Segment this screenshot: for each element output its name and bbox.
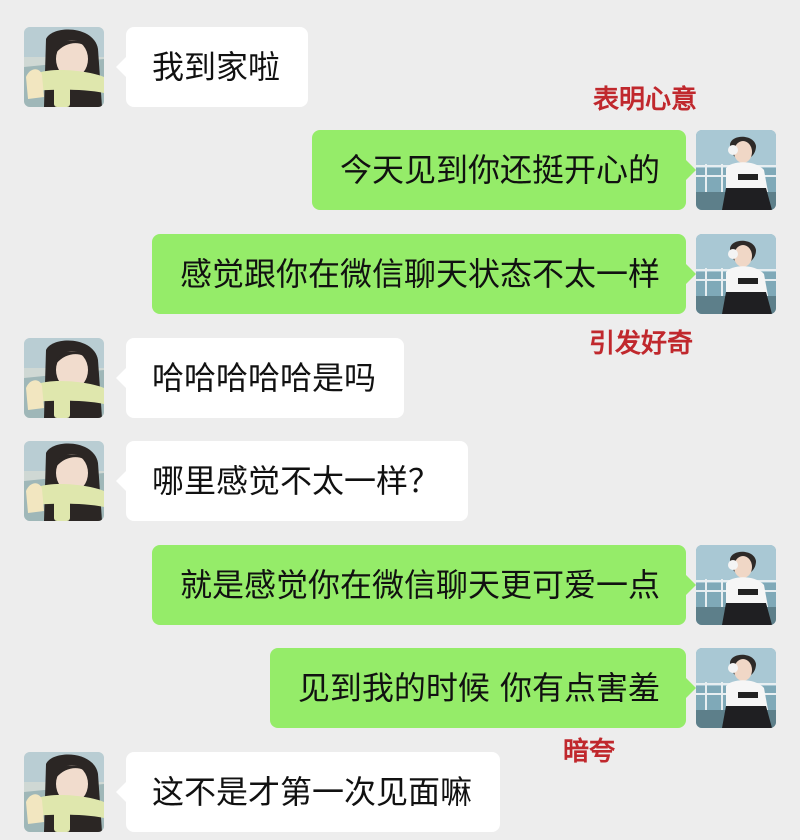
incoming-message-bubble[interactable]: 这不是才第一次见面嘛 — [115, 752, 501, 832]
girl-with-scarf-avatar-icon[interactable] — [24, 27, 104, 107]
outgoing-message-bubble[interactable]: 今天见到你还挺开心的 — [311, 130, 697, 210]
annotation-label: 暗夸 — [563, 737, 616, 767]
girl-with-scarf-avatar-icon[interactable] — [24, 338, 104, 418]
boy-with-headphones-avatar-icon[interactable] — [696, 648, 776, 728]
incoming-message-bubble[interactable]: 哪里感觉不太一样？ — [115, 441, 469, 521]
girl-with-scarf-avatar-icon[interactable] — [24, 441, 104, 521]
boy-with-headphones-avatar-icon[interactable] — [696, 234, 776, 314]
annotation-label: 引发好奇 — [589, 329, 694, 359]
incoming-message-bubble[interactable]: 我到家啦 — [115, 27, 309, 107]
outgoing-message-bubble[interactable]: 就是感觉你在微信聊天更可爱一点 — [151, 545, 697, 625]
incoming-message-bubble[interactable]: 哈哈哈哈哈是吗 — [115, 338, 405, 418]
annotation-label: 表明心意 — [593, 85, 698, 115]
boy-with-headphones-avatar-icon[interactable] — [696, 130, 776, 210]
outgoing-message-bubble[interactable]: 感觉跟你在微信聊天状态不太一样 — [151, 234, 697, 314]
outgoing-message-bubble[interactable]: 见到我的时候 你有点害羞 — [269, 648, 697, 728]
girl-with-scarf-avatar-icon[interactable] — [24, 752, 104, 832]
boy-with-headphones-avatar-icon[interactable] — [696, 545, 776, 625]
